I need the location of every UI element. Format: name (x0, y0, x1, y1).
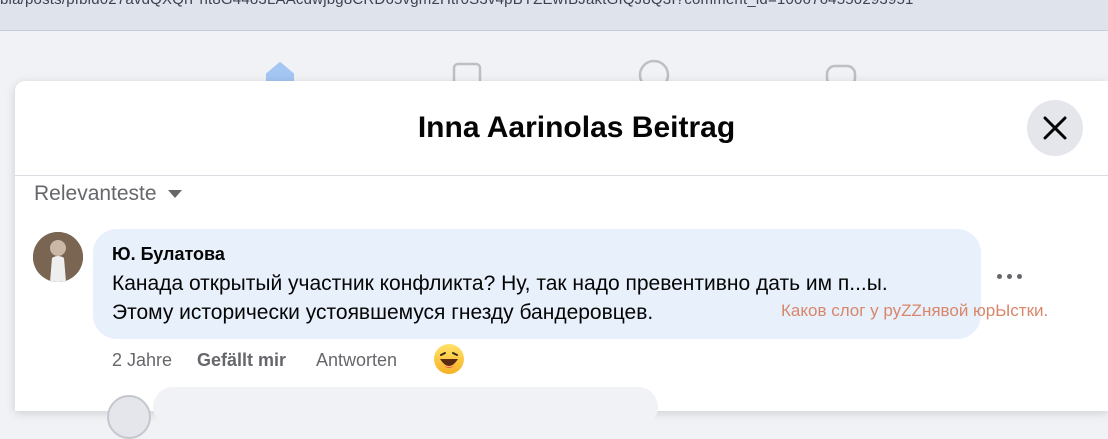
caret-down-icon (167, 190, 182, 198)
close-icon (1043, 116, 1067, 140)
like-button[interactable]: Gefällt mir (197, 350, 286, 371)
url-text[interactable]: bla/posts/pfbid027avdQXQrPht8G44o3LAAcdw… (0, 0, 914, 8)
sort-label: Relevanteste (34, 182, 157, 205)
more-options-button[interactable] (997, 269, 1023, 283)
reply-button[interactable]: Antworten (316, 350, 397, 371)
dialog-header: Inna Aarinolas Beitrag (15, 81, 1108, 176)
comment-text-line: Канада открытый участник конфликта? Ну, … (112, 272, 888, 295)
post-dialog: Inna Aarinolas Beitrag Relevanteste Ю. Б… (15, 81, 1108, 439)
dialog-title: Inna Aarinolas Beitrag (417, 111, 736, 144)
haha-emoji-icon[interactable] (433, 343, 465, 375)
reply-avatar (107, 395, 151, 439)
overlay-caption: Каков слог у руZZнявой юрЫстки. (781, 301, 1049, 320)
sort-dropdown[interactable]: Relevanteste (34, 182, 183, 206)
author-avatar[interactable] (33, 232, 83, 282)
address-bar[interactable]: bla/posts/pfbid027avdQXQrPht8G44o3LAAcdw… (0, 0, 1108, 31)
comment-bubble: Ю. Булатова Канада открытый участник кон… (93, 229, 981, 339)
comment-timestamp[interactable]: 2 Jahre (112, 350, 172, 371)
reply-preview[interactable] (153, 387, 658, 427)
close-button[interactable] (1027, 100, 1083, 156)
comment-author[interactable]: Ю. Булатова (112, 244, 225, 265)
